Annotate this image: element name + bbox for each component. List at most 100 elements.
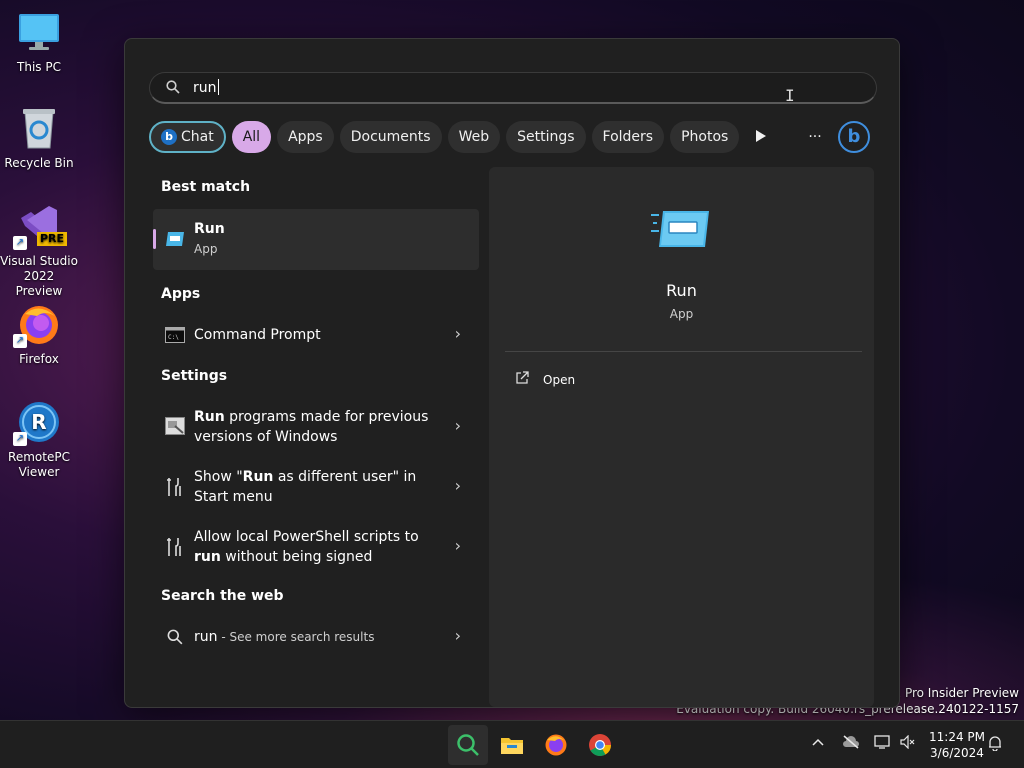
desktop-icon-visual-studio[interactable]: PRE ↗ Visual Studio 2022 Preview bbox=[0, 204, 78, 299]
search-query-text: run bbox=[193, 80, 217, 96]
desktop-icon-label: Recycle Bin bbox=[4, 156, 74, 170]
result-type: App bbox=[194, 242, 218, 256]
taskbar-chrome[interactable] bbox=[580, 725, 620, 765]
search-icon bbox=[167, 629, 183, 649]
shortcut-arrow-icon: ↗ bbox=[13, 432, 27, 446]
result-text-line2: Start menu bbox=[194, 489, 273, 505]
developer-settings-icon bbox=[165, 537, 183, 561]
preview-subtitle: App bbox=[669, 307, 694, 321]
remotepc-glyph: R bbox=[31, 410, 47, 434]
search-panel: run I b Chat All Apps Documents Web Sett… bbox=[124, 38, 900, 708]
remotepc-icon: R ↗ bbox=[13, 400, 61, 446]
web-query: run bbox=[194, 629, 218, 645]
filter-apps[interactable]: Apps bbox=[277, 121, 334, 153]
search-icon bbox=[166, 80, 180, 98]
filter-documents[interactable]: Documents bbox=[339, 121, 442, 153]
desktop-icon-remotepc[interactable]: R ↗ RemotePC Viewer bbox=[0, 400, 78, 480]
desktop-icon-label: Visual Studio 2022 Preview bbox=[0, 254, 78, 298]
section-apps: Apps bbox=[161, 286, 201, 302]
result-text-line1: programs made for previous bbox=[224, 409, 429, 425]
ibeam-cursor-icon: I bbox=[785, 86, 795, 105]
taskbar: 11:24 PM 3/6/2024 bbox=[0, 720, 1024, 768]
text-caret bbox=[217, 79, 219, 95]
play-more-filters-button[interactable] bbox=[745, 121, 777, 153]
bing-button[interactable]: b bbox=[838, 121, 870, 153]
chevron-right-icon[interactable]: › bbox=[455, 476, 461, 495]
web-suffix: - See more search results bbox=[217, 630, 375, 644]
desktop-icon-label: Firefox bbox=[19, 352, 59, 366]
desktop-icon-recycle-bin[interactable]: Recycle Bin bbox=[0, 106, 78, 171]
filter-all[interactable]: All bbox=[231, 121, 272, 153]
notifications-bell-icon[interactable] bbox=[988, 735, 1002, 755]
more-options-button[interactable]: ··· bbox=[799, 121, 831, 153]
result-text-line1: Allow local PowerShell scripts to bbox=[194, 529, 419, 545]
filter-chat-label: Chat bbox=[181, 129, 214, 145]
result-text-post: without being signed bbox=[220, 549, 373, 565]
desktop-icon-label: RemotePC Viewer bbox=[8, 450, 70, 479]
result-text: Allow local PowerShell scripts to run wi… bbox=[194, 527, 419, 567]
chevron-right-icon[interactable]: › bbox=[455, 324, 461, 343]
result-setting-powershell[interactable]: Allow local PowerShell scripts to run wi… bbox=[153, 523, 479, 571]
network-display-icon[interactable] bbox=[874, 735, 890, 753]
folder-icon bbox=[501, 738, 523, 754]
filter-settings[interactable]: Settings bbox=[506, 121, 586, 153]
run-app-large-icon bbox=[651, 209, 711, 249]
match-highlight: run bbox=[194, 549, 221, 565]
clock[interactable]: 11:24 PM 3/6/2024 bbox=[926, 729, 988, 761]
result-text: run - See more search results bbox=[194, 627, 374, 647]
result-setting-compatibility[interactable]: Run programs made for previous versions … bbox=[153, 403, 479, 451]
svg-text:C:\: C:\ bbox=[168, 334, 179, 341]
preview-pane: Run App Open bbox=[489, 167, 874, 707]
filter-folders[interactable]: Folders bbox=[591, 121, 665, 153]
chevron-right-icon[interactable]: › bbox=[455, 536, 461, 555]
result-text: Run programs made for previous versions … bbox=[194, 407, 428, 447]
shortcut-arrow-icon: ↗ bbox=[13, 236, 27, 250]
preview-title: Run bbox=[666, 281, 697, 300]
taskbar-search-button[interactable] bbox=[448, 725, 488, 765]
filter-chat[interactable]: b Chat bbox=[149, 121, 226, 153]
result-web-search[interactable]: run - See more search results › bbox=[153, 617, 479, 657]
open-action[interactable]: Open bbox=[515, 371, 575, 388]
result-setting-run-as-user[interactable]: Show "Run as different user" in Start me… bbox=[153, 463, 479, 511]
result-text: Show "Run as different user" in Start me… bbox=[194, 467, 416, 507]
run-app-icon bbox=[165, 231, 185, 251]
desktop-icon-label: This PC bbox=[17, 60, 61, 74]
bing-chat-icon: b bbox=[161, 129, 177, 145]
taskbar-file-explorer[interactable] bbox=[492, 725, 532, 765]
result-best-match-run[interactable]: Run App bbox=[153, 209, 479, 270]
visual-studio-icon: PRE ↗ bbox=[13, 204, 68, 250]
filter-web[interactable]: Web bbox=[447, 121, 501, 153]
firefox-icon: ↗ bbox=[13, 302, 61, 348]
command-prompt-icon: C:\ bbox=[165, 327, 185, 347]
play-icon bbox=[756, 130, 766, 142]
preview-divider bbox=[505, 351, 862, 352]
match-highlight: Run bbox=[194, 409, 225, 425]
recycle-bin-icon bbox=[17, 106, 61, 150]
search-box[interactable]: run bbox=[149, 72, 877, 104]
result-text-line2: versions of Windows bbox=[194, 429, 338, 445]
chevron-right-icon[interactable]: › bbox=[455, 626, 461, 645]
search-input[interactable]: run bbox=[193, 79, 219, 96]
result-text-pre: Show " bbox=[194, 469, 243, 485]
result-name: Command Prompt bbox=[194, 327, 321, 343]
match-highlight: Run bbox=[242, 469, 274, 485]
chevron-right-icon[interactable]: › bbox=[455, 416, 461, 435]
result-name: Run bbox=[194, 221, 225, 237]
section-search-web: Search the web bbox=[161, 588, 284, 604]
result-text-post: as different user" in bbox=[273, 469, 417, 485]
open-external-icon bbox=[515, 371, 529, 388]
volume-muted-icon[interactable] bbox=[900, 734, 916, 753]
developer-settings-icon bbox=[165, 477, 183, 501]
search-icon bbox=[457, 734, 479, 756]
filter-photos[interactable]: Photos bbox=[670, 121, 740, 153]
desktop-icon-firefox[interactable]: ↗ Firefox bbox=[0, 302, 78, 367]
clock-date: 3/6/2024 bbox=[930, 746, 984, 760]
result-command-prompt[interactable]: C:\ Command Prompt › bbox=[153, 315, 479, 355]
filter-chips: b Chat All Apps Documents Web Settings F… bbox=[149, 121, 740, 153]
compatibility-settings-icon bbox=[165, 417, 185, 439]
taskbar-firefox[interactable] bbox=[536, 725, 576, 765]
show-hidden-icons-chevron-up-icon[interactable] bbox=[812, 735, 824, 751]
pre-badge: PRE bbox=[37, 232, 68, 246]
onedrive-offline-icon[interactable] bbox=[842, 735, 860, 753]
desktop-icon-this-pc[interactable]: This PC bbox=[0, 10, 78, 75]
